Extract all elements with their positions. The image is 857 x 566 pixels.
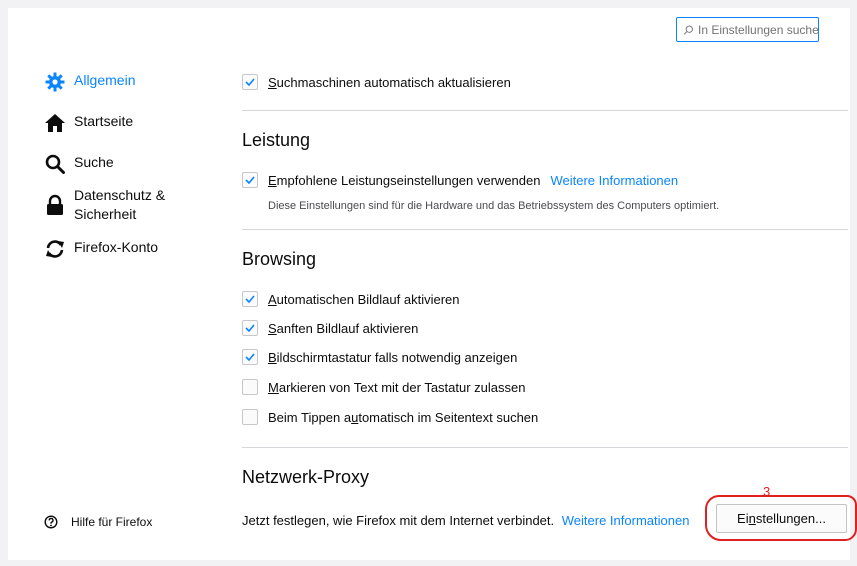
sidebar-item-allgemein[interactable]: Allgemein (44, 71, 135, 93)
autoscroll-checkbox[interactable] (242, 291, 258, 307)
magnifier-icon (683, 25, 693, 35)
access-key: E (268, 172, 277, 188)
label-post: anften Bildlauf aktivieren (276, 320, 419, 336)
checkmark-icon (245, 295, 255, 303)
search-icon (45, 154, 65, 174)
gear-icon (45, 72, 65, 92)
checkmark-icon (245, 353, 255, 361)
sidebar-item-firefox-konto[interactable]: Firefox-Konto (44, 238, 158, 260)
proxy-text: Jetzt festlegen, wie Firefox mit dem Int… (242, 513, 555, 528)
checkmark-icon (245, 78, 255, 86)
sidebar-item-label-line2: Sicherheit (74, 206, 137, 222)
help-icon (44, 515, 58, 529)
performance-description: Diese Einstellungen sind für die Hardwar… (268, 200, 720, 212)
button-label-pre: Ei (737, 511, 749, 526)
label-post: arkieren von Text mit der Tastatur zulas… (278, 379, 526, 395)
label-pre: Beim Tippen a (268, 409, 352, 425)
auto-update-search-option[interactable]: Suchmaschinen automatisch aktualisieren (242, 74, 511, 90)
sidebar-item-label: Startseite (74, 113, 134, 129)
performance-learn-more-link[interactable]: Weitere Informationen (550, 173, 678, 188)
caret-browsing-label: Markieren von Text mit der Tastatur zula… (268, 380, 525, 395)
recommended-performance-label: Empfohlene Leistungseinstellungen verwen… (268, 173, 540, 188)
sidebar-item-label: Suche (74, 154, 114, 170)
sidebar-item-label: Firefox-Konto (74, 239, 159, 255)
auto-update-search-label: Suchmaschinen automatisch aktualisieren (268, 75, 511, 90)
help-link[interactable]: Hilfe für Firefox (44, 515, 152, 529)
caret-browsing-checkbox[interactable] (242, 379, 258, 395)
proxy-settings-button[interactable]: Ei n stellungen... (716, 504, 847, 533)
browsing-option[interactable]: Sanften Bildlauf aktivieren (242, 320, 418, 336)
label-post: mpfohlene Leistungseinstellungen verwend… (276, 172, 541, 188)
sidebar-item-label: Allgemein (74, 72, 136, 88)
proxy-description: Jetzt festlegen, wie Firefox mit dem Int… (242, 513, 689, 528)
section-divider (242, 229, 848, 230)
touch-keyboard-checkbox[interactable] (242, 349, 258, 365)
sidebar-item-label-group: Datenschutz & Sicherheit (74, 186, 165, 224)
help-label: Hilfe für Firefox (71, 515, 153, 529)
access-key: A (268, 291, 277, 307)
browsing-heading: Browsing (242, 249, 317, 269)
recommended-performance-option[interactable]: Empfohlene Leistungseinstellungen verwen… (242, 172, 678, 188)
smooth-scroll-label: Sanften Bildlauf aktivieren (268, 321, 418, 336)
sync-icon (46, 240, 64, 258)
label-post: utomatischen Bildlauf aktivieren (276, 291, 460, 307)
access-key: n (748, 511, 756, 526)
button-label-post: stellungen... (755, 511, 826, 526)
access-key: S (268, 74, 277, 90)
browsing-option[interactable]: Automatischen Bildlauf aktivieren (242, 291, 460, 307)
sidebar-item-startseite[interactable]: Startseite (44, 112, 133, 134)
search-box[interactable] (676, 17, 819, 42)
proxy-heading: Netzwerk-Proxy (242, 467, 370, 487)
performance-heading: Leistung (242, 130, 311, 150)
proxy-learn-more-link[interactable]: Weitere Informationen (562, 513, 690, 528)
touch-keyboard-label: Bildschirmtastatur falls notwendig anzei… (268, 350, 517, 365)
checkmark-icon (245, 176, 255, 184)
find-as-you-type-label: Beim Tippen automatisch im Seitentext su… (268, 410, 538, 425)
search-input[interactable] (698, 22, 818, 37)
browsing-option[interactable]: Bildschirmtastatur falls notwendig anzei… (242, 349, 517, 365)
label-post: ildschirmtastatur falls notwendig anzeig… (276, 349, 518, 365)
recommended-performance-checkbox[interactable] (242, 172, 258, 188)
lock-icon (47, 194, 63, 215)
access-key: S (268, 320, 277, 336)
browsing-option[interactable]: Beim Tippen automatisch im Seitentext su… (242, 409, 538, 425)
auto-update-search-checkbox[interactable] (242, 74, 258, 90)
section-divider (242, 110, 848, 111)
label-post: tomatisch im Seitentext suchen (358, 409, 539, 425)
access-key: M (268, 379, 279, 395)
label-post: uchmaschinen automatisch aktualisieren (276, 74, 511, 90)
sidebar-item-label: Datenschutz & (74, 187, 166, 203)
section-divider (242, 447, 848, 448)
home-icon (45, 114, 65, 132)
checkmark-icon (245, 324, 255, 332)
smooth-scroll-checkbox[interactable] (242, 320, 258, 336)
find-as-you-type-checkbox[interactable] (242, 409, 258, 425)
browsing-option[interactable]: Markieren von Text mit der Tastatur zula… (242, 379, 525, 395)
access-key: B (268, 349, 277, 365)
sidebar-item-suche[interactable]: Suche (44, 153, 114, 175)
sidebar-item-datenschutz[interactable]: Datenschutz & Sicherheit (44, 186, 165, 224)
autoscroll-label: Automatischen Bildlauf aktivieren (268, 292, 460, 307)
